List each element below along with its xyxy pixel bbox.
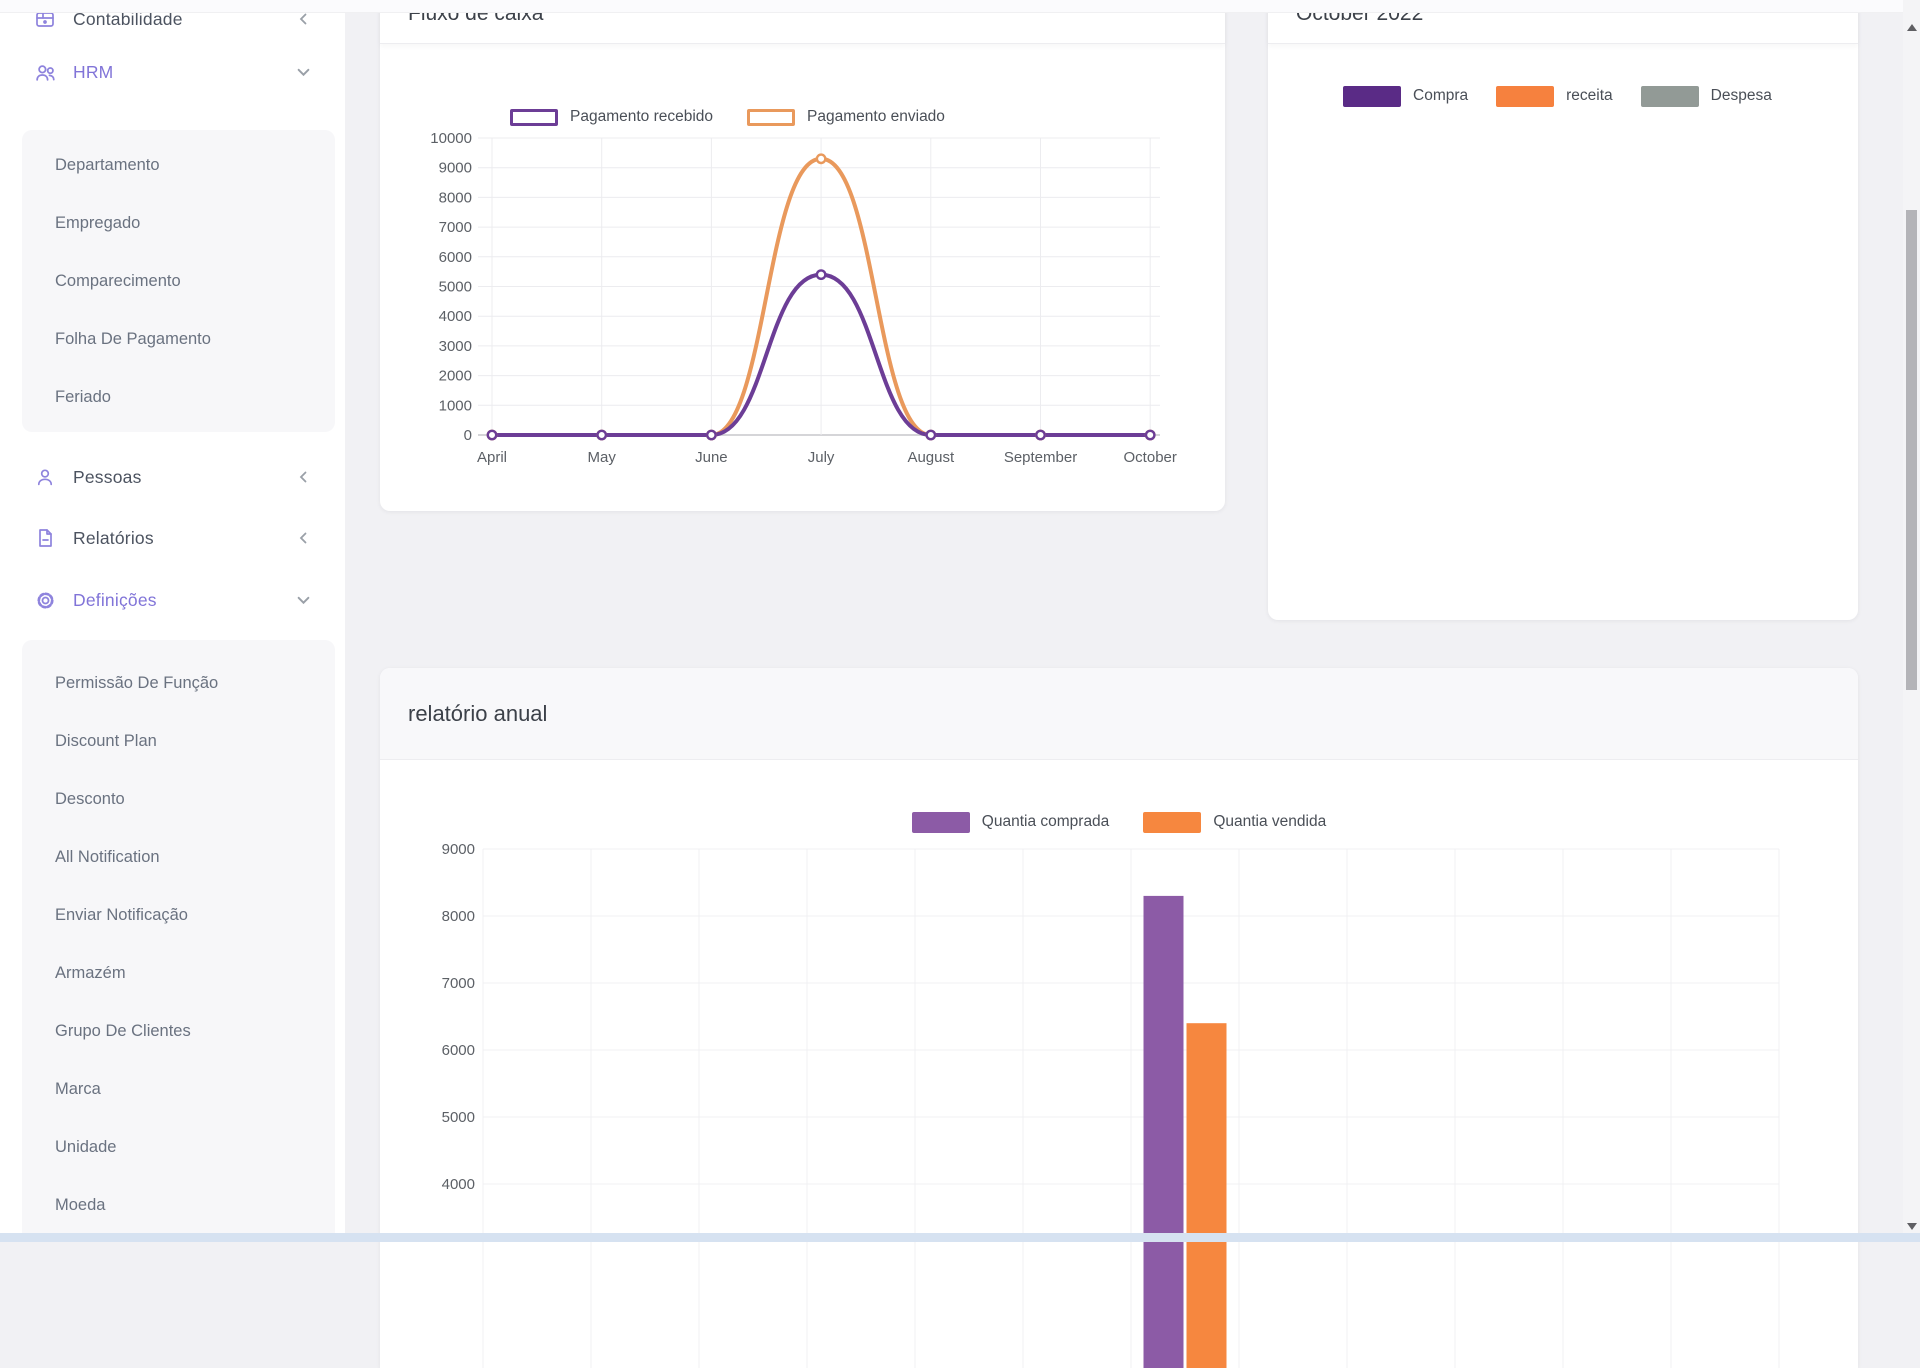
sidebar-item-definicoes[interactable]: Definições: [0, 577, 345, 623]
legend-item[interactable]: receita: [1496, 86, 1613, 107]
sidebar-subitem-armaz-m[interactable]: Armazém: [22, 944, 335, 1002]
svg-text:September: September: [1004, 449, 1077, 466]
sidebar-submenu-hrm: DepartamentoEmpregadoComparecimentoFolha…: [22, 130, 335, 432]
svg-text:5000: 5000: [442, 1109, 475, 1126]
sidebar-subitem-desconto[interactable]: Desconto: [22, 770, 335, 828]
svg-text:7000: 7000: [439, 219, 472, 236]
legend-swatch: [1343, 86, 1401, 107]
october-pie-plot-area: [1268, 120, 1858, 620]
svg-text:June: June: [695, 449, 728, 466]
svg-text:8000: 8000: [442, 908, 475, 925]
document-icon: [33, 526, 57, 550]
cashflow-card: Fluxo de caixa Pagamento recebidoPagamen…: [380, 0, 1225, 511]
annual-card-title: relatório anual: [408, 700, 547, 728]
sidebar-subitem-unidade[interactable]: Unidade: [22, 1118, 335, 1176]
legend-swatch: [1641, 86, 1699, 107]
svg-text:July: July: [808, 449, 835, 466]
legend-label: Despesa: [1711, 87, 1772, 105]
sidebar-subitem-permiss-o-de-fun-o[interactable]: Permissão De Função: [22, 654, 335, 712]
top-navbar-edge: [0, 0, 1920, 13]
sidebar-subitem-marca[interactable]: Marca: [22, 1060, 335, 1118]
svg-text:4000: 4000: [439, 308, 472, 325]
sidebar-item-label: Definições: [73, 590, 157, 611]
cashflow-legend: Pagamento recebido Pagamento enviado: [510, 105, 945, 129]
sidebar-item-relatorios[interactable]: Relatórios: [0, 515, 345, 561]
cashflow-line-chart: 0 1000 2000 3000 4000 5000 6000 7000 8000 9000 100…: [380, 130, 1225, 480]
legend-swatch: [510, 109, 558, 126]
svg-text:0: 0: [464, 427, 472, 444]
legend-label: Pagamento recebido: [570, 108, 713, 126]
sidebar-submenu-definicoes: Permissão De FunçãoDiscount PlanDesconto…: [22, 640, 335, 1242]
legend-item[interactable]: Pagamento recebido: [510, 108, 713, 126]
svg-text:5000: 5000: [439, 279, 472, 296]
svg-text:2000: 2000: [439, 368, 472, 385]
sidebar-subitem-feriado[interactable]: Feriado: [22, 368, 335, 426]
sidebar-item-hrm[interactable]: HRM: [0, 49, 345, 95]
svg-text:May: May: [588, 449, 617, 466]
legend-label: Compra: [1413, 87, 1468, 105]
sidebar-subitem-empregado[interactable]: Empregado: [22, 194, 335, 252]
person-icon: [33, 465, 57, 489]
bottom-scrollbar[interactable]: [0, 1233, 1920, 1242]
svg-text:1000: 1000: [439, 397, 472, 414]
svg-text:3000: 3000: [439, 338, 472, 355]
sidebar-subitem-discount-plan[interactable]: Discount Plan: [22, 712, 335, 770]
sidebar-subitem-grupo-de-clientes[interactable]: Grupo De Clientes: [22, 1002, 335, 1060]
svg-text:4000: 4000: [442, 1176, 475, 1193]
scroll-down-arrow[interactable]: [1907, 1223, 1917, 1230]
october-summary-card: October 2022 ComprareceitaDespesa: [1268, 0, 1858, 620]
svg-text:7000: 7000: [442, 975, 475, 992]
sidebar-item-label: Relatórios: [73, 528, 154, 549]
legend-swatch: [1496, 86, 1554, 107]
sidebar-item-label: Pessoas: [73, 467, 142, 488]
october-pie-legend: Compra receita Despesa: [1343, 84, 1772, 108]
annual-card-header: relatório anual: [380, 668, 1858, 760]
svg-text:6000: 6000: [439, 249, 472, 266]
annual-bar-chart: 9000 8000 7000 6000 5000 4000: [380, 828, 1858, 1368]
svg-text:8000: 8000: [439, 189, 472, 206]
scroll-up-arrow[interactable]: [1907, 24, 1917, 31]
sidebar-subitem-comparecimento[interactable]: Comparecimento: [22, 252, 335, 310]
scrollbar-thumb[interactable]: [1906, 210, 1917, 690]
legend-label: Pagamento enviado: [807, 108, 945, 126]
svg-text:October: October: [1124, 449, 1177, 466]
users-icon: [33, 60, 57, 84]
legend-label: receita: [1566, 87, 1613, 105]
sidebar-subitem-departamento[interactable]: Departamento: [22, 136, 335, 194]
chevron-down-icon: [297, 66, 310, 79]
chevron-left-icon: [298, 471, 310, 483]
chevron-left-icon: [298, 532, 310, 544]
sidebar-subitem-all-notification[interactable]: All Notification: [22, 828, 335, 886]
vertical-scrollbar: [1903, 0, 1920, 1242]
legend-swatch: [747, 109, 795, 126]
sidebar-item-label: HRM: [73, 62, 113, 83]
svg-text:6000: 6000: [442, 1042, 475, 1059]
svg-text:9000: 9000: [442, 841, 475, 858]
legend-item[interactable]: Compra: [1343, 86, 1468, 107]
svg-text:August: August: [907, 449, 955, 466]
chevron-down-icon: [297, 594, 310, 607]
chevron-left-icon: [298, 13, 310, 25]
sidebar-subitem-enviar-notifica-o[interactable]: Enviar Notificação: [22, 886, 335, 944]
legend-item[interactable]: Despesa: [1641, 86, 1772, 107]
sidebar-subitem-moeda[interactable]: Moeda: [22, 1176, 335, 1234]
gear-icon: [33, 588, 57, 612]
sidebar: Contabilidade HRM DepartamentoEmpregadoC…: [0, 0, 345, 1242]
svg-text:April: April: [477, 449, 507, 466]
legend-item[interactable]: Pagamento enviado: [747, 108, 945, 126]
sidebar-item-pessoas[interactable]: Pessoas: [0, 454, 345, 500]
sidebar-subitem-folha-de-pagamento[interactable]: Folha De Pagamento: [22, 310, 335, 368]
svg-text:9000: 9000: [439, 160, 472, 177]
annual-report-card: relatório anual Quantia compradaQuantia …: [380, 668, 1858, 1368]
svg-text:10000: 10000: [430, 130, 472, 147]
